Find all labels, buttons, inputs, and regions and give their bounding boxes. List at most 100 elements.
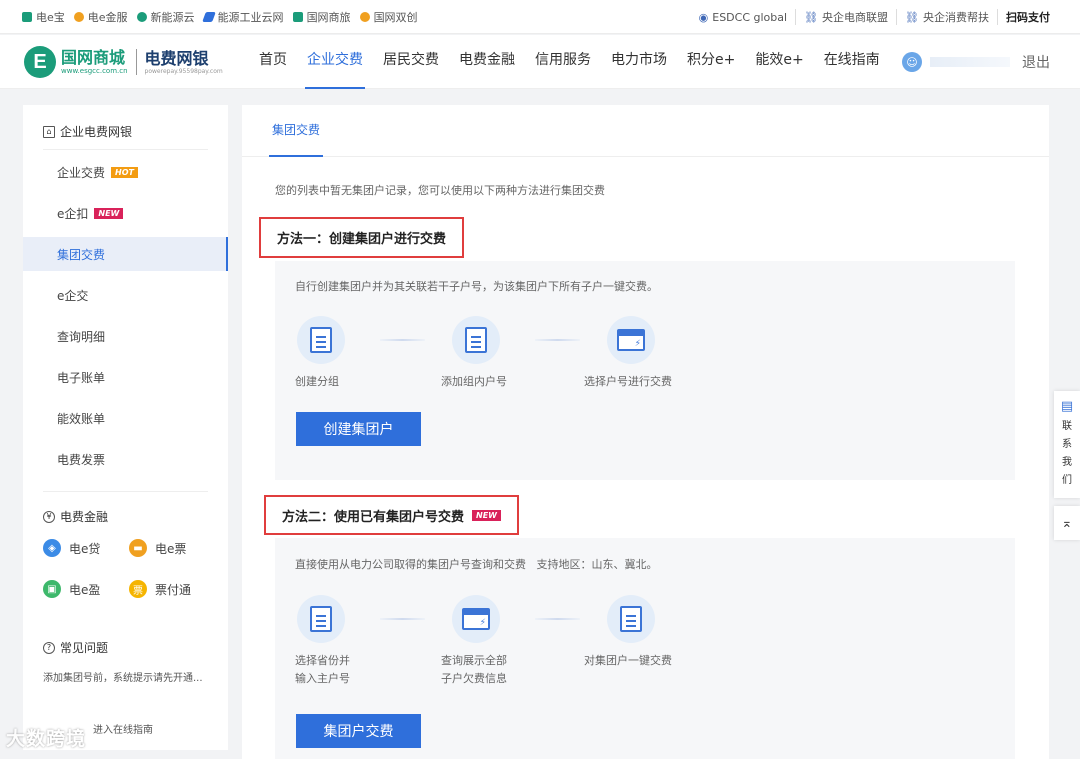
dianying-icon: ▣ [43,580,61,598]
nav-points[interactable]: 积分e+ [677,35,745,89]
nav-electricity-finance[interactable]: 电费金融 [449,35,525,89]
watermark: 大数跨境 [6,728,87,750]
nav-home[interactable]: 首页 [249,35,297,89]
tab-bar: 集团交费 [242,105,1049,157]
dianebao-icon [22,12,32,22]
method1-title-text: 方法一：创建集团户进行交费 [277,232,447,247]
create-group-button[interactable]: 创建集团户 [296,412,421,446]
logout-link[interactable]: 退出 [1022,52,1050,72]
sidebar-item-eqijiao[interactable]: e企交 [23,278,228,312]
sidebar-section-label: 常见问题 [60,641,109,655]
sidebar-item-label: e企交 [57,288,89,303]
link-icon: ⛓ [804,10,819,24]
group-pay-button[interactable]: 集团户交费 [296,714,421,748]
sidebar-item-e-bill[interactable]: 电子账单 [23,360,228,394]
scan-pay-link[interactable]: 扫码支付 [997,9,1050,25]
sidebar-section-label: 企业电费网银 [60,125,133,139]
piaofutong-icon: 票 [129,580,147,598]
sidebar-item-label: 电子账单 [57,370,106,385]
select-pay-icon [607,316,655,364]
sidebar-item-enterprise-pay[interactable]: 企业交费 HOT [23,155,228,189]
contact-char: 我 [1062,457,1072,468]
finance-item-label: 电e盈 [69,582,101,597]
nav-online-guide[interactable]: 在线指南 [814,35,890,89]
sidebar-item-group-pay[interactable]: 集团交费 [23,237,228,271]
nav-efficiency[interactable]: 能效e+ [745,35,813,89]
step-connector [535,339,580,341]
online-guide-link[interactable]: 进入在线指南 [93,721,153,736]
sidebar-item-label: e企扣 [57,206,89,221]
sidebar-item-label: 能效账单 [57,411,106,426]
faq-item[interactable]: 添加集团号前，系统提示请先开通... [43,669,213,684]
top-left-links: 电e宝 电e金服 新能源云 能源工业云网 国网商旅 国网双创 [22,0,427,34]
sidebar: ⌂ 企业电费网银 企业交费 HOT e企扣 NEW 集团交费 e企交 查询明细 … [23,105,228,750]
toplink-shuangchuang[interactable]: 国网双创 [359,9,418,25]
step-label: 对集团户一键交费 [584,652,672,670]
nav-enterprise-pay[interactable]: 企业交费 [297,35,373,89]
step-label-line2: 子户欠费信息 [441,672,507,685]
sidebar-item-label: 电费发票 [57,452,106,467]
step-label-line1: 查询展示全部 [441,654,507,667]
sidebar-item-label: 集团交费 [57,247,106,262]
tab-group-pay[interactable]: 集团交费 [269,105,324,157]
dianejinfu-icon [73,12,84,22]
nav-resident-pay[interactable]: 居民交费 [373,35,449,89]
username-blurred [930,57,1010,67]
top-links-bar: 电e宝 电e金服 新能源云 能源工业云网 国网商旅 国网双创 ◉ ESDCC gl… [0,0,1080,34]
toplink-esdcc[interactable]: ◉ ESDCC global [699,11,787,24]
contact-char: 联 [1062,421,1072,432]
sidebar-item-eqikou[interactable]: e企扣 NEW [23,196,228,230]
toplink-nengyuan[interactable]: 能源工业云网 [201,9,284,25]
method2-desc: 直接使用从电力公司取得的集团户号查询和交费 支持地区：山东、冀北。 [295,558,658,571]
step-label: 创建分组 [295,375,339,388]
logo-name: 国网商城 [61,48,126,67]
finance-item-label: 电e贷 [69,541,101,556]
nav-power-market[interactable]: 电力市场 [601,35,677,89]
logo-sub-url: powerepay.95598pay.com [144,67,223,75]
shuangchuang-icon [359,12,370,22]
nav-credit-service[interactable]: 信用服务 [525,35,601,89]
contact-us-widget[interactable]: ▤ 联 系 我 们 [1054,391,1080,498]
logo-brand: 国网商城 www.esgcc.com.cn [61,48,128,76]
toplink-dianebao[interactable]: 电e宝 [22,9,65,25]
step-connector [380,618,425,620]
step-label: 添加组内户号 [441,375,507,388]
xinnengyuanyun-icon [136,12,147,22]
sidebar-section-label: 电费金融 [60,510,109,524]
hot-badge: HOT [111,166,138,178]
step-label: 选择户号进行交费 [584,375,672,388]
toplink-shanglv[interactable]: 国网商旅 [292,9,351,25]
new-badge: NEW [94,207,124,219]
user-area: ☺ 退出 [902,35,1050,89]
new-badge: NEW [472,509,501,521]
main-content: 集团交费 您的列表中暂无集团户记录，您可以使用以下两种方法进行集团交费 方法一：… [242,105,1049,759]
avatar[interactable]: ☺ [902,52,922,72]
diandai-icon: ◈ [43,539,61,557]
toplink-dianejinfu[interactable]: 电e金服 [73,9,128,25]
toplink-yangqi-dianshang[interactable]: ⛓ 央企电商联盟 [795,9,888,25]
intro-text: 您的列表中暂无集团户记录，您可以使用以下两种方法进行集团交费 [275,184,605,197]
logo-sub: 电费网银 powerepay.95598pay.com [144,49,223,75]
method1-desc: 自行创建集团户并为其关联若干子户号，为该集团户下所有子户一键交费。 [295,280,658,293]
sidebar-item-efficiency-bill[interactable]: 能效账单 [23,401,228,435]
toplink-yangqi-xiaofei[interactable]: ⛓ 央企消费帮扶 [896,9,989,25]
create-group-icon [297,316,345,364]
finance-item-piaofutong[interactable]: 票 票付通 [129,580,191,598]
one-click-pay-icon [607,595,655,643]
site-logo[interactable]: E 国网商城 www.esgcc.com.cn 电费网银 powerepay.9… [24,43,223,81]
finance-item-diandai[interactable]: ◈ 电e贷 [43,539,100,557]
finance-item-dianying[interactable]: ▣ 电e盈 [43,580,100,598]
query-arrears-icon [452,595,500,643]
back-to-top-button[interactable]: ⌅ [1054,506,1080,540]
method2-title-text: 方法二：使用已有集团户号交费 [282,509,465,525]
sidebar-item-invoice[interactable]: 电费发票 [23,442,228,476]
logo-e-icon: E [24,46,56,78]
step-connector [535,618,580,620]
toplink-xinnengyuanyun[interactable]: 新能源云 [136,9,195,25]
sidebar-item-query-detail[interactable]: 查询明细 [23,319,228,353]
method2-title: 方法二：使用已有集团户号交费 NEW [264,495,519,535]
finance-item-dianpiao[interactable]: ▬ 电e票 [129,539,186,557]
logo-divider [135,49,137,75]
yen-icon: ¥ [43,510,55,523]
step-label: 查询展示全部 子户欠费信息 [441,652,507,688]
